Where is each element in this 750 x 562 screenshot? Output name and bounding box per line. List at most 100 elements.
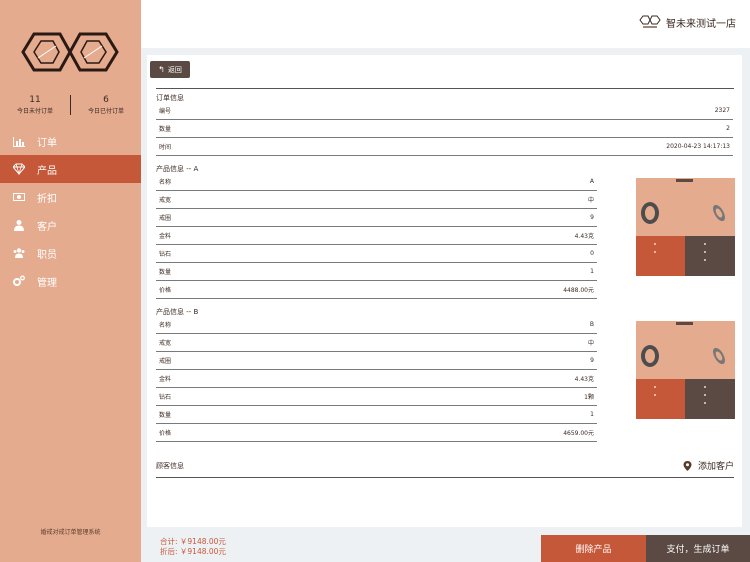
thumb-bar (676, 179, 693, 182)
product-b-row: 数量 1 (156, 406, 597, 424)
thumb-panel (685, 379, 735, 419)
paid-orders-stat[interactable]: 6 今日已付订单 (71, 95, 141, 115)
bottom-bar: 合计: ￥9148.00元 折后: ￥9148.00元 删除产品 支付，生成订单 (141, 533, 750, 562)
diamond-icon (12, 162, 26, 176)
thumb-panel (636, 379, 685, 419)
total-amount: 合计: ￥9148.00元 (160, 537, 226, 546)
row-value: 1颗 (584, 394, 594, 401)
product-a-row: 数量 1 (156, 263, 597, 281)
thumb-dot (704, 251, 706, 253)
pay-create-order-button[interactable]: 支付，生成订单 (646, 535, 750, 562)
thumb-dot (654, 394, 656, 396)
row-value: 2020-04-23 14:17:13 (666, 143, 730, 150)
row-value: 4.43克 (574, 376, 594, 383)
sidebar-item-discounts[interactable]: 折扣 (0, 183, 141, 211)
order-stats: 11 今日未付订单 6 今日已付订单 (0, 95, 141, 117)
store-name: 智未来测试一店 (666, 18, 736, 30)
location-pin-icon (683, 460, 692, 471)
row-label: 名称 (159, 179, 172, 186)
money-icon (12, 190, 26, 204)
sidebar-item-staff[interactable]: 职员 (0, 239, 141, 267)
divider (156, 88, 734, 89)
users-icon (12, 246, 26, 260)
back-arrow-icon: ↰ (158, 65, 165, 74)
sidebar-item-customers[interactable]: 客户 (0, 211, 141, 239)
unpaid-orders-stat[interactable]: 11 今日未付订单 (0, 95, 70, 115)
stat-label: 今日未付订单 (16, 108, 53, 115)
row-value: 1 (590, 411, 594, 418)
row-label: 戒圈 (159, 358, 172, 365)
row-label: 数量 (159, 269, 172, 276)
order-row-number: 编号 2327 (156, 102, 733, 120)
sidebar-nav: 订单 产品 折扣 客户 职员 管理 (0, 127, 141, 295)
thumb-dot (704, 386, 706, 388)
product-b-row: 名称 B (156, 316, 597, 334)
sidebar-item-label: 订单 (37, 137, 57, 149)
stat-value: 6 (103, 95, 109, 105)
ring-image (710, 345, 728, 367)
row-value: 中 (587, 197, 594, 204)
customer-info-title: 顾客信息 (156, 462, 184, 470)
row-label: 戒宽 (159, 340, 172, 347)
order-row-time: 时间 2020-04-23 14:17:13 (156, 138, 733, 156)
thumb-dot (704, 394, 706, 396)
thumb-dot (654, 386, 656, 388)
sidebar-item-label: 管理 (37, 277, 57, 289)
thumb-panel (685, 236, 735, 276)
sidebar-item-label: 产品 (37, 165, 57, 177)
product-a-thumbnail[interactable] (636, 178, 735, 276)
row-label: 戒圈 (159, 215, 172, 222)
row-value: 2327 (714, 107, 730, 114)
sidebar-item-management[interactable]: 管理 (0, 267, 141, 295)
thumb-dot (704, 243, 706, 245)
product-b-row: 价格 4659.00元 (156, 424, 597, 442)
row-value: 1 (590, 268, 594, 275)
row-label: 数量 (159, 126, 172, 133)
product-a-row: 钻石 0 (156, 245, 597, 263)
thumb-bar (676, 322, 693, 325)
order-row-quantity: 数量 2 (156, 120, 733, 138)
product-a-row: 戒宽 中 (156, 191, 597, 209)
row-label: 价格 (159, 287, 172, 294)
product-a-row: 价格 4488.00元 (156, 281, 597, 299)
rings-logo-icon (21, 32, 119, 72)
thumb-dot (704, 259, 706, 261)
gears-icon (12, 274, 26, 288)
sidebar-item-label: 折扣 (37, 193, 57, 205)
divider (156, 477, 734, 478)
system-name: 婚戒对戒订单管理系统 (40, 529, 101, 536)
back-button[interactable]: ↰ 返回 (150, 61, 190, 78)
row-value: B (589, 321, 594, 328)
row-label: 价格 (159, 430, 172, 437)
thumb-dot (654, 251, 656, 253)
add-customer-label: 添加客户 (697, 462, 734, 472)
row-label: 钻石 (159, 251, 172, 258)
user-icon (12, 218, 26, 232)
row-value: 中 (587, 340, 594, 347)
add-customer-button[interactable]: 添加客户 (683, 459, 734, 472)
sidebar-item-products[interactable]: 产品 (0, 155, 141, 183)
row-label: 编号 (159, 108, 172, 115)
product-a-row: 戒圈 9 (156, 209, 597, 227)
row-value: 4488.00元 (563, 287, 594, 294)
product-b-row: 钻石 1颗 (156, 388, 597, 406)
bar-chart-icon (12, 134, 26, 148)
thumb-panel (636, 236, 685, 276)
product-b-row: 戒圈 9 (156, 352, 597, 370)
thumb-dot (654, 243, 656, 245)
store-selector[interactable]: 智未来测试一店 (639, 14, 736, 30)
row-label: 戒宽 (159, 197, 172, 204)
sidebar-item-orders[interactable]: 订单 (0, 127, 141, 155)
discounted-amount: 折后: ￥9148.00元 (160, 547, 226, 556)
row-value: 4.43克 (574, 233, 594, 240)
row-label: 时间 (159, 144, 172, 151)
ring-image (641, 202, 659, 224)
ring-image (641, 345, 659, 367)
thumb-dot (704, 402, 706, 404)
stat-label: 今日已付订单 (87, 108, 124, 115)
delete-product-button[interactable]: 删除产品 (541, 535, 646, 562)
product-b-thumbnail[interactable] (636, 321, 735, 419)
sidebar: 11 今日未付订单 6 今日已付订单 订单 产品 折扣 客户 职员 管理 婚戒对… (0, 0, 141, 562)
stat-value: 11 (29, 95, 41, 105)
row-value: 2 (726, 125, 730, 132)
